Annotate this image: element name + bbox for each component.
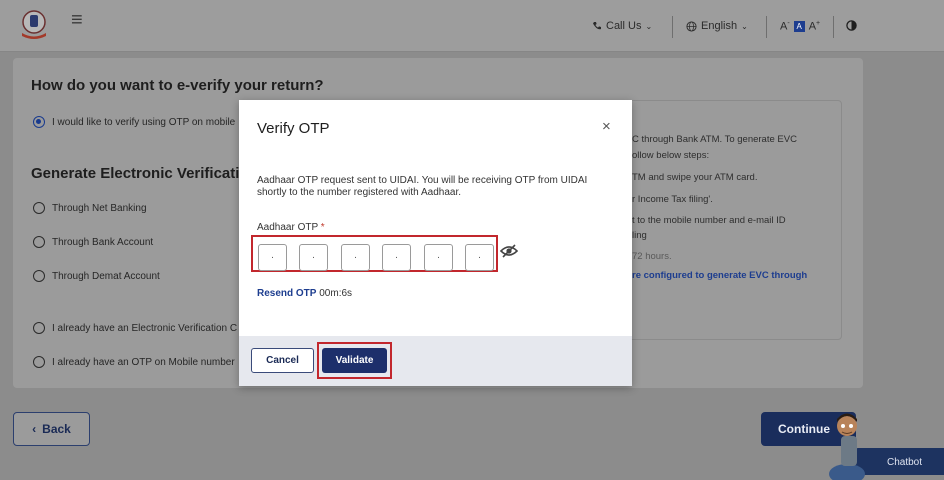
globe-icon	[686, 20, 697, 32]
eye-off-icon[interactable]	[500, 242, 518, 260]
info-text: 72 hours.	[632, 251, 672, 262]
language-label: English	[701, 20, 738, 32]
language-menu[interactable]: English ⌄	[686, 20, 748, 32]
chevron-down-icon: ⌄	[741, 21, 748, 31]
otp-digit-input[interactable]: ·	[382, 244, 411, 271]
divider	[833, 16, 834, 38]
contrast-icon	[846, 20, 857, 31]
otp-digit-input[interactable]: ·	[424, 244, 453, 271]
font-increase-button[interactable]: A+	[809, 20, 820, 33]
modal-footer: Cancel Validate	[239, 336, 632, 386]
chatbot-label[interactable]: Chatbot	[887, 457, 922, 468]
info-text: r Income Tax filing'.	[632, 194, 713, 205]
resend-timer: 00m:6s	[319, 288, 353, 299]
radio[interactable]	[33, 270, 45, 282]
radio[interactable]	[33, 356, 45, 368]
font-decrease-button[interactable]: A-	[780, 20, 790, 33]
call-us-label: Call Us	[606, 20, 642, 32]
chatbot-avatar-icon[interactable]	[827, 410, 944, 480]
option-otp-mobile[interactable]: I would like to verify using OTP on mobi…	[33, 116, 235, 128]
top-header: ≡ Call Us ⌄ English ⌄ A- A A+	[0, 0, 944, 52]
font-reset-button[interactable]: A	[793, 20, 805, 32]
resend-otp-row: Resend OTP 00m:6s	[257, 288, 352, 299]
otp-input-group: · · · · · ·	[251, 235, 498, 272]
option-demat-account[interactable]: Through Demat Account	[33, 270, 160, 282]
cancel-button[interactable]: Cancel	[251, 348, 314, 373]
otp-digit-input[interactable]: ·	[299, 244, 328, 271]
verify-otp-modal: Verify OTP × Aadhaar OTP request sent to…	[239, 100, 632, 386]
back-button[interactable]: ‹ Back	[13, 412, 90, 446]
info-text: C through Bank ATM. To generate EVC	[632, 134, 797, 145]
close-icon[interactable]: ×	[602, 118, 611, 135]
call-us-menu[interactable]: Call Us ⌄	[592, 20, 652, 32]
otp-digit-input[interactable]: ·	[341, 244, 370, 271]
otp-sent-message: Aadhaar OTP request sent to UIDAI. You w…	[257, 175, 588, 198]
option-bank-account[interactable]: Through Bank Account	[33, 236, 153, 248]
page-title: How do you want to e-verify your return?	[31, 77, 324, 94]
emblem-logo-icon[interactable]	[18, 9, 50, 41]
info-text: ling	[632, 230, 647, 241]
chevron-left-icon: ‹	[32, 422, 37, 436]
validate-button[interactable]: Validate	[322, 348, 387, 373]
menu-icon[interactable]: ≡	[71, 10, 83, 30]
info-link[interactable]: re configured to generate EVC through	[632, 270, 807, 281]
info-text: t to the mobile number and e-mail ID	[632, 215, 786, 226]
info-text: ollow below steps:	[632, 150, 710, 161]
radio[interactable]	[33, 202, 45, 214]
info-text: TM and swipe your ATM card.	[632, 172, 758, 183]
radio-selected[interactable]	[33, 116, 45, 128]
radio[interactable]	[33, 236, 45, 248]
otp-field-label: Aadhaar OTP *	[257, 222, 325, 233]
font-size-controls: A- A A+	[780, 20, 820, 33]
chevron-down-icon: ⌄	[645, 21, 653, 31]
otp-digit-input[interactable]: ·	[465, 244, 494, 271]
option-existing-evc[interactable]: I already have an Electronic Verificatio…	[33, 322, 237, 334]
required-marker: *	[320, 222, 325, 233]
phone-icon	[593, 22, 601, 30]
modal-title: Verify OTP	[257, 120, 330, 137]
contrast-toggle[interactable]	[846, 20, 857, 31]
divider	[672, 16, 673, 38]
option-net-banking[interactable]: Through Net Banking	[33, 202, 147, 214]
generate-evc-heading: Generate Electronic Verificatio	[31, 165, 249, 182]
resend-otp-link[interactable]: Resend OTP	[257, 288, 316, 299]
option-existing-otp[interactable]: I already have an OTP on Mobile number	[33, 356, 235, 368]
validate-highlight: Validate	[317, 342, 392, 379]
radio[interactable]	[33, 322, 45, 334]
divider	[766, 16, 767, 38]
otp-digit-input[interactable]: ·	[258, 244, 287, 271]
